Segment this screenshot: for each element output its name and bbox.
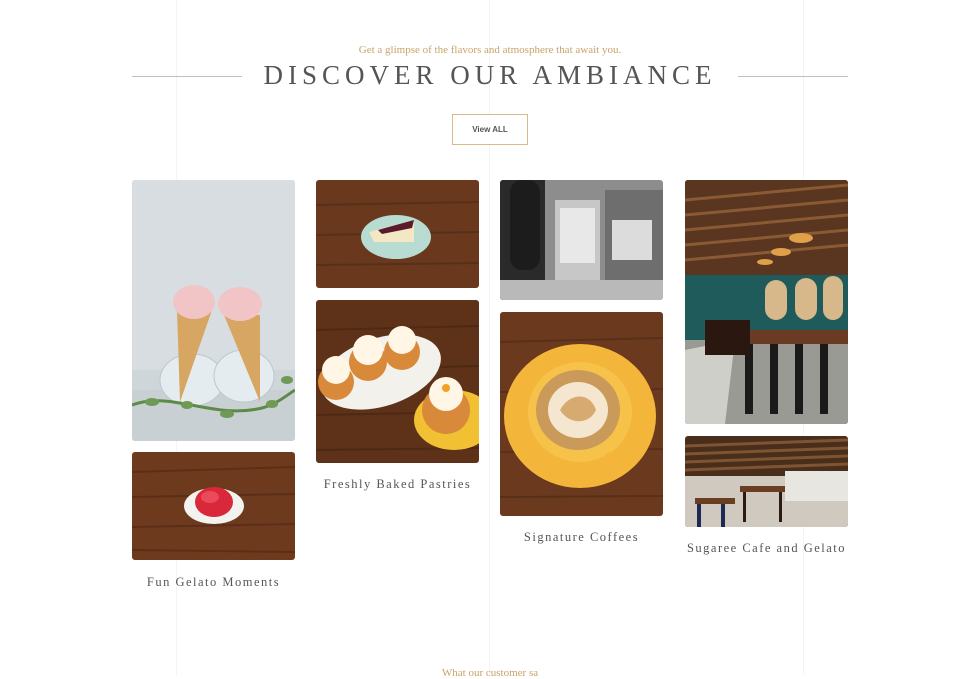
section-subtitle: Get a glimpse of the flavors and atmosph… <box>358 44 622 56</box>
espresso-machine-photo[interactable] <box>500 180 663 300</box>
caption-pastries: Freshly Baked Pastries <box>323 477 472 491</box>
title-rule-right <box>738 76 848 77</box>
guide-line <box>489 0 490 675</box>
testimonials-subtitle: What our customer sa <box>441 667 539 679</box>
cafe-seating-photo[interactable] <box>685 436 848 527</box>
caption-coffee: Signature Coffees <box>523 530 640 544</box>
cream-puffs-photo[interactable] <box>316 300 479 463</box>
red-gelato-photo[interactable] <box>132 452 295 560</box>
caption-gelato: Fun Gelato Moments <box>146 575 281 589</box>
caption-cafe: Sugaree Cafe and Gelato <box>686 541 847 555</box>
cafe-interior-photo[interactable] <box>685 180 848 424</box>
cheesecake-photo[interactable] <box>316 180 479 288</box>
latte-art-photo[interactable] <box>500 312 663 516</box>
view-all-button[interactable]: View ALL <box>452 114 528 145</box>
ice-cream-cones-photo[interactable] <box>132 180 295 441</box>
